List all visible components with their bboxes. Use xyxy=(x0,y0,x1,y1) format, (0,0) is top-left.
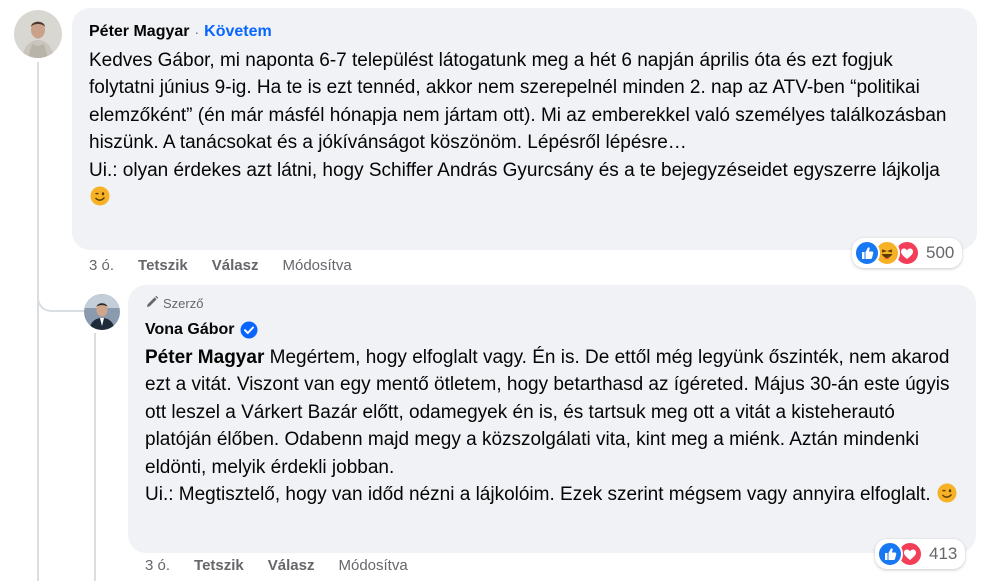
reply-connector xyxy=(37,280,85,312)
like-button[interactable]: Tetszik xyxy=(194,557,244,574)
like-icon xyxy=(877,541,903,567)
comment-text-body: Megértem, hogy elfoglalt vagy. Én is. De… xyxy=(145,347,950,506)
author-badge: Szerző xyxy=(145,295,959,313)
reaction-count: 500 xyxy=(926,243,955,262)
pencil-icon xyxy=(145,295,163,313)
avatar[interactable] xyxy=(14,10,62,58)
winking-face-emoji-icon xyxy=(937,483,957,503)
winking-face-emoji-icon xyxy=(90,186,110,206)
follow-button[interactable]: Követem xyxy=(204,22,272,42)
separator: · xyxy=(194,24,200,40)
edited-label: Módosítva xyxy=(282,257,352,274)
comment-author[interactable]: Vona Gábor xyxy=(145,320,235,340)
thread-line xyxy=(37,62,39,581)
comment-text: Kedves Gábor, mi naponta 6-7 települést … xyxy=(89,47,960,211)
like-icon xyxy=(854,240,880,266)
reply-button[interactable]: Válasz xyxy=(212,257,259,274)
comment-time[interactable]: 3 ó. xyxy=(89,257,114,274)
avatar[interactable] xyxy=(84,294,120,330)
reactions-summary[interactable]: 413 xyxy=(875,539,966,569)
reply-bubble: Szerző Vona Gábor Péter Magyar Megértem,… xyxy=(128,285,976,553)
reply-button[interactable]: Válasz xyxy=(268,557,315,574)
like-button[interactable]: Tetszik xyxy=(138,257,188,274)
verified-badge-icon xyxy=(240,321,258,339)
reactions-summary[interactable]: 500 xyxy=(852,238,963,268)
comment-actions: 3 ó. Tetszik Válasz Módosítva xyxy=(89,257,376,274)
comment-text-body: Kedves Gábor, mi naponta 6-7 települést … xyxy=(89,50,947,181)
reply-thread-line xyxy=(94,333,96,581)
comment-actions: 3 ó. Tetszik Válasz Módosítva xyxy=(145,557,432,574)
comment-text: Péter Magyar Megértem, hogy elfoglalt va… xyxy=(145,344,959,508)
comment-author[interactable]: Péter Magyar xyxy=(89,22,190,42)
author-badge-label: Szerző xyxy=(163,296,204,311)
reaction-count: 413 xyxy=(929,544,958,563)
comment-time[interactable]: 3 ó. xyxy=(145,557,170,574)
comment-bubble: Péter Magyar · Követem Kedves Gábor, mi … xyxy=(72,8,977,250)
mention-link[interactable]: Péter Magyar xyxy=(145,347,264,368)
edited-label: Módosítva xyxy=(338,557,408,574)
